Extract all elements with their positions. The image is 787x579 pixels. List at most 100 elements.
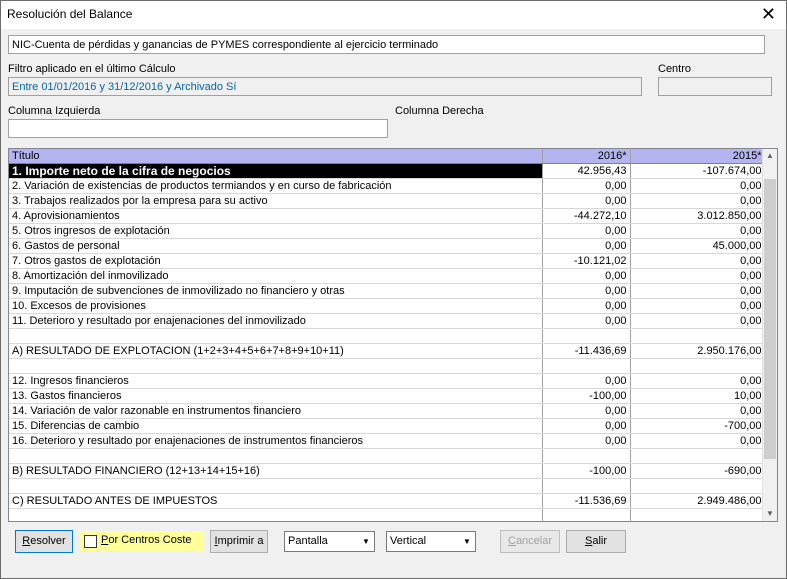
chevron-down-icon[interactable]: ▼ — [459, 532, 475, 551]
row-title-cell[interactable]: 15. Diferencias de cambio — [9, 418, 543, 434]
centro-field[interactable] — [658, 77, 772, 96]
row-2016-cell[interactable]: -11.536,69 — [542, 493, 631, 509]
table-row[interactable]: 13. Gastos financieros -100,00 10,00 — [9, 388, 766, 404]
orientation-select[interactable]: Vertical ▼ — [386, 531, 476, 552]
row-2016-cell[interactable]: 0,00 — [542, 283, 631, 299]
row-title-cell[interactable]: 2. Variación de existencias de productos… — [9, 178, 543, 194]
table-row[interactable]: 11. Deterioro y resultado por enajenacio… — [9, 313, 766, 329]
table-row[interactable]: 6. Gastos de personal 0,00 45.000,00 — [9, 238, 766, 254]
por-centros-coste-checkbox[interactable]: Por Centros Coste — [80, 531, 204, 551]
row-2016-cell[interactable]: 0,00 — [542, 238, 631, 254]
table-row[interactable]: 10. Excesos de provisiones 0,00 0,00 — [9, 298, 766, 314]
row-2015-cell[interactable]: 0,00 — [630, 433, 766, 449]
row-title-cell[interactable] — [9, 328, 543, 344]
chevron-down-icon[interactable]: ▼ — [358, 532, 374, 551]
row-2016-cell[interactable]: 0,00 — [542, 418, 631, 434]
row-2015-cell[interactable]: 0,00 — [630, 193, 766, 209]
row-2016-cell[interactable]: -11.436,69 — [542, 343, 631, 359]
table-row[interactable] — [9, 358, 766, 374]
row-title-cell[interactable]: 11. Deterioro y resultado por enajenacio… — [9, 313, 543, 329]
row-2015-cell[interactable] — [630, 448, 766, 464]
row-2016-cell[interactable]: 0,00 — [542, 268, 631, 284]
row-2015-cell[interactable]: 0,00 — [630, 298, 766, 314]
table-row[interactable] — [9, 448, 766, 464]
row-2016-cell[interactable]: 0,00 — [542, 178, 631, 194]
resolver-button[interactable]: Resolver — [15, 530, 73, 553]
table-row[interactable] — [9, 328, 766, 344]
row-title-cell[interactable]: 5. Otros ingresos de explotación — [9, 223, 543, 239]
row-title-cell[interactable]: 9. Imputación de subvenciones de inmovil… — [9, 283, 543, 299]
table-row[interactable]: 14. Variación de valor razonable en inst… — [9, 403, 766, 419]
row-2016-cell[interactable]: -10.121,02 — [542, 253, 631, 269]
row-2016-cell[interactable]: 0,00 — [542, 298, 631, 314]
row-2015-cell[interactable] — [630, 358, 766, 374]
table-row[interactable] — [9, 478, 766, 494]
row-2016-cell[interactable]: 42.956,43 — [542, 163, 631, 179]
row-2015-cell[interactable]: -700,00 — [630, 418, 766, 434]
row-title-cell[interactable]: 6. Gastos de personal — [9, 238, 543, 254]
row-title-cell[interactable]: C) RESULTADO ANTES DE IMPUESTOS — [9, 493, 543, 509]
scroll-up-icon[interactable]: ▲ — [763, 149, 777, 163]
row-title-cell[interactable]: B) RESULTADO FINANCIERO (12+13+14+15+16) — [9, 463, 543, 479]
table-row[interactable]: 5. Otros ingresos de explotación 0,00 0,00 — [9, 223, 766, 239]
row-2016-cell[interactable] — [542, 508, 631, 521]
row-2015-cell[interactable] — [630, 478, 766, 494]
row-title-cell[interactable]: 14. Variación de valor razonable en inst… — [9, 403, 543, 419]
header-2015[interactable]: 2015* — [630, 149, 766, 164]
row-title-cell[interactable]: 13. Gastos financieros — [9, 388, 543, 404]
row-2016-cell[interactable]: 0,00 — [542, 433, 631, 449]
table-row[interactable]: 15. Diferencias de cambio 0,00 -700,00 — [9, 418, 766, 434]
checkbox-box[interactable] — [84, 535, 97, 548]
row-2015-cell[interactable]: 45.000,00 — [630, 238, 766, 254]
scroll-down-icon[interactable]: ▼ — [763, 507, 777, 521]
salir-button[interactable]: Salir — [566, 530, 626, 553]
row-2015-cell[interactable]: 0,00 — [630, 313, 766, 329]
row-2016-cell[interactable]: 0,00 — [542, 193, 631, 209]
row-title-cell[interactable] — [9, 358, 543, 374]
table-row[interactable] — [9, 508, 766, 521]
row-2016-cell[interactable] — [542, 358, 631, 374]
table-row[interactable]: 1. Importe neto de la cifra de negocios 4… — [9, 163, 766, 179]
row-title-cell[interactable]: A) RESULTADO DE EXPLOTACION (1+2+3+4+5+6… — [9, 343, 543, 359]
report-name-field[interactable]: NIC-Cuenta de pérdidas y ganancias de PY… — [8, 35, 765, 54]
row-2015-cell[interactable]: 0,00 — [630, 283, 766, 299]
row-2015-cell[interactable]: 0,00 — [630, 223, 766, 239]
cancelar-button[interactable]: Cancelar — [500, 530, 560, 553]
row-2015-cell[interactable]: 2.950.176,00 — [630, 343, 766, 359]
row-title-cell[interactable]: 7. Otros gastos de explotación — [9, 253, 543, 269]
row-2016-cell[interactable]: -44.272,10 — [542, 208, 631, 224]
table-row[interactable]: 2. Variación de existencias de productos… — [9, 178, 766, 194]
table-row[interactable]: 3. Trabajos realizados por la empresa pa… — [9, 193, 766, 209]
table-row[interactable]: A) RESULTADO DE EXPLOTACION (1+2+3+4+5+6… — [9, 343, 766, 359]
row-2015-cell[interactable]: 10,00 — [630, 388, 766, 404]
row-2015-cell[interactable]: -107.674,00 — [630, 163, 766, 179]
row-2015-cell[interactable]: 0,00 — [630, 373, 766, 389]
scroll-thumb[interactable] — [764, 179, 776, 459]
header-titulo[interactable]: Título — [9, 149, 543, 164]
table-row[interactable]: 7. Otros gastos de explotación -10.121,02… — [9, 253, 766, 269]
row-title-cell[interactable] — [9, 478, 543, 494]
row-2015-cell[interactable]: 0,00 — [630, 253, 766, 269]
row-2016-cell[interactable]: 0,00 — [542, 223, 631, 239]
table-row[interactable]: 4. Aprovisionamientos -44.272,10 3.012.850… — [9, 208, 766, 224]
table-row[interactable]: 12. Ingresos financieros 0,00 0,00 — [9, 373, 766, 389]
table-row[interactable]: 9. Imputación de subvenciones de inmovil… — [9, 283, 766, 299]
row-title-cell[interactable]: 12. Ingresos financieros — [9, 373, 543, 389]
table-row[interactable]: C) RESULTADO ANTES DE IMPUESTOS -11.536,6… — [9, 493, 766, 509]
row-title-cell[interactable]: 16. Deterioro y resultado por enajenacio… — [9, 433, 543, 449]
row-2015-cell[interactable] — [630, 328, 766, 344]
row-title-cell[interactable]: 8. Amortización del inmovilizado — [9, 268, 543, 284]
row-2015-cell[interactable]: 0,00 — [630, 268, 766, 284]
row-2015-cell[interactable]: 0,00 — [630, 403, 766, 419]
columna-izquierda-field[interactable] — [8, 119, 388, 138]
row-title-cell[interactable]: 10. Excesos de provisiones — [9, 298, 543, 314]
row-2015-cell[interactable]: 2.949.486,00 — [630, 493, 766, 509]
row-2016-cell[interactable]: -100,00 — [542, 388, 631, 404]
row-title-cell[interactable] — [9, 508, 543, 521]
row-title-cell[interactable]: 1. Importe neto de la cifra de negocios — [9, 163, 543, 179]
table-row[interactable]: B) RESULTADO FINANCIERO (12+13+14+15+16)… — [9, 463, 766, 479]
close-icon[interactable]: ✕ — [761, 4, 776, 24]
row-title-cell[interactable]: 3. Trabajos realizados por la empresa pa… — [9, 193, 543, 209]
row-2016-cell[interactable] — [542, 328, 631, 344]
row-2016-cell[interactable]: 0,00 — [542, 403, 631, 419]
